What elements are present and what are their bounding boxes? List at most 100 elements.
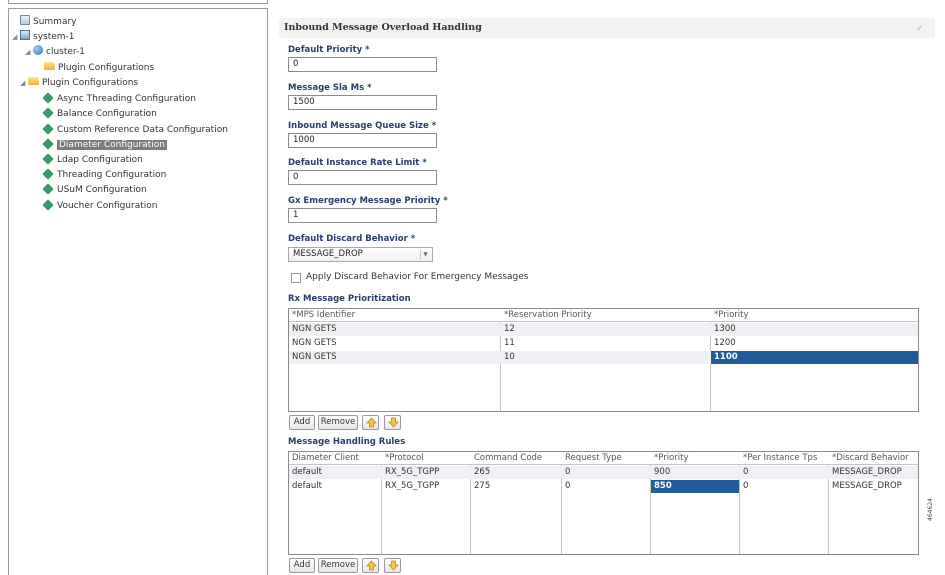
table-row[interactable]: default RX_5G_TGPP 275 0 850 0 MESSAGE_D… xyxy=(289,480,918,493)
queue-size-label: Inbound Message Queue Size * xyxy=(288,121,437,131)
expand-toggle-icon[interactable]: ◢ xyxy=(25,45,30,59)
rules-move-up-button[interactable] xyxy=(362,558,379,573)
plugin-icon xyxy=(42,138,54,150)
rx-table-title: Rx Message Prioritization xyxy=(288,294,411,304)
tree-item-usum[interactable]: USuM Configuration xyxy=(42,183,147,197)
rules-remove-button[interactable]: Remove xyxy=(318,558,358,573)
chevron-down-icon: ▼ xyxy=(420,250,430,259)
rx-move-down-button[interactable] xyxy=(384,415,401,430)
table-cell-selected[interactable]: 850 xyxy=(651,480,739,493)
tree-item-ldap[interactable]: Ldap Configuration xyxy=(42,153,143,167)
table-cell[interactable]: 0 xyxy=(562,480,650,493)
folder-icon xyxy=(44,62,55,70)
plugin-icon xyxy=(42,107,54,119)
tree-item-diameter[interactable]: Diameter Configuration xyxy=(42,138,167,152)
table-header: *MPS Identifier *Reservation Priority *P… xyxy=(289,309,918,322)
column-header[interactable]: *Discard Behavior xyxy=(829,452,918,465)
table-cell[interactable]: RX_5G_TGPP xyxy=(382,480,470,493)
section-title: Inbound Message Overload Handling xyxy=(284,22,482,33)
table-cell-selected[interactable]: 1100 xyxy=(711,351,918,364)
tree-item-system[interactable]: system-1 xyxy=(20,30,75,44)
table-cell[interactable]: MESSAGE_DROP xyxy=(829,466,918,479)
tree-item-custom-reference-data[interactable]: Custom Reference Data Configuration xyxy=(42,123,228,137)
arrow-down-icon xyxy=(388,560,399,571)
message-sla-input[interactable]: 1500 xyxy=(288,95,437,110)
column-header[interactable]: *Reservation Priority xyxy=(501,309,710,322)
expand-toggle-icon[interactable]: ◢ xyxy=(20,76,25,90)
tree-item-cluster[interactable]: cluster-1 xyxy=(33,45,85,59)
instance-rate-limit-input[interactable]: 0 xyxy=(288,170,437,185)
tree-item-voucher[interactable]: Voucher Configuration xyxy=(42,199,157,213)
message-handling-rules-table: Diameter Client *Protocol Command Code R… xyxy=(288,451,919,555)
rx-move-up-button[interactable] xyxy=(362,415,379,430)
plugin-icon xyxy=(42,153,54,165)
default-priority-input[interactable]: 0 xyxy=(288,57,437,72)
column-header[interactable]: *Per Instance Tps xyxy=(740,452,828,465)
column-header[interactable]: Request Type xyxy=(562,452,650,465)
table-cell[interactable]: 900 xyxy=(651,466,739,479)
rules-move-down-button[interactable] xyxy=(384,558,401,573)
table-cell[interactable]: default xyxy=(289,480,381,493)
emergency-discard-checkbox[interactable] xyxy=(291,273,301,283)
plugin-icon xyxy=(42,168,54,180)
plugin-icon xyxy=(42,183,54,195)
rx-remove-button[interactable]: Remove xyxy=(318,415,358,430)
tree-item-plugin-configurations[interactable]: Plugin Configurations xyxy=(28,76,138,90)
table-cell[interactable]: 0 xyxy=(740,466,828,479)
table-cell[interactable]: NGN GETS xyxy=(289,351,500,364)
figure-id: 464624 xyxy=(927,498,934,521)
table-cell[interactable]: 1200 xyxy=(711,337,918,350)
column-header[interactable]: Diameter Client xyxy=(289,452,381,465)
rx-add-button[interactable]: Add xyxy=(289,415,315,430)
tree-item-threading[interactable]: Threading Configuration xyxy=(42,168,166,182)
tree-item-cluster-plugin-configurations[interactable]: Plugin Configurations xyxy=(44,61,154,75)
instance-rate-limit-label: Default Instance Rate Limit * xyxy=(288,158,427,168)
table-cell[interactable]: 275 xyxy=(471,480,561,493)
column-header[interactable]: *Priority xyxy=(651,452,739,465)
table-row[interactable]: NGN GETS 11 1200 xyxy=(289,337,918,350)
column-header[interactable]: Command Code xyxy=(471,452,561,465)
tree-item-summary[interactable]: Summary xyxy=(20,15,77,29)
table-cell[interactable]: 1300 xyxy=(711,323,918,336)
table-row[interactable]: default RX_5G_TGPP 265 0 900 0 MESSAGE_D… xyxy=(289,466,918,479)
gx-emergency-priority-label: Gx Emergency Message Priority * xyxy=(288,196,448,206)
tree-top-border xyxy=(8,0,268,4)
expand-toggle-icon[interactable]: ◢ xyxy=(12,30,17,44)
cluster-icon xyxy=(33,45,43,55)
summary-icon xyxy=(20,15,30,25)
rules-table-title: Message Handling Rules xyxy=(288,437,406,447)
default-priority-label: Default Priority * xyxy=(288,45,370,55)
arrow-up-icon xyxy=(366,560,377,571)
rules-add-button[interactable]: Add xyxy=(289,558,315,573)
rx-prioritization-table: *MPS Identifier *Reservation Priority *P… xyxy=(288,308,919,412)
table-cell[interactable]: 0 xyxy=(740,480,828,493)
system-icon xyxy=(20,30,30,40)
discard-behavior-select[interactable]: MESSAGE_DROP ▼ xyxy=(288,247,433,262)
queue-size-input[interactable]: 1000 xyxy=(288,133,437,148)
discard-behavior-label: Default Discard Behavior * xyxy=(288,234,416,244)
collapse-check-icon[interactable]: ✓ xyxy=(916,24,924,34)
tree-item-balance[interactable]: Balance Configuration xyxy=(42,107,157,121)
emergency-discard-label: Apply Discard Behavior For Emergency Mes… xyxy=(306,272,529,282)
folder-open-icon xyxy=(28,77,39,85)
table-row[interactable]: NGN GETS 12 1300 xyxy=(289,323,918,336)
table-cell[interactable]: default xyxy=(289,466,381,479)
column-header[interactable]: *MPS Identifier xyxy=(289,309,500,322)
plugin-icon xyxy=(42,92,54,104)
table-row[interactable]: NGN GETS 10 1100 xyxy=(289,351,918,364)
table-cell[interactable]: 11 xyxy=(501,337,710,350)
table-cell[interactable]: 10 xyxy=(501,351,710,364)
column-header[interactable]: *Priority xyxy=(711,309,918,322)
table-cell[interactable]: NGN GETS xyxy=(289,337,500,350)
table-cell[interactable]: 0 xyxy=(562,466,650,479)
table-cell[interactable]: 265 xyxy=(471,466,561,479)
table-cell[interactable]: NGN GETS xyxy=(289,323,500,336)
gx-emergency-priority-input[interactable]: 1 xyxy=(288,208,437,223)
arrow-up-icon xyxy=(366,417,377,428)
column-header[interactable]: *Protocol xyxy=(382,452,470,465)
table-cell[interactable]: 12 xyxy=(501,323,710,336)
tree-item-async-threading[interactable]: Async Threading Configuration xyxy=(42,92,196,106)
arrow-down-icon xyxy=(388,417,399,428)
table-cell[interactable]: RX_5G_TGPP xyxy=(382,466,470,479)
table-cell[interactable]: MESSAGE_DROP xyxy=(829,480,918,493)
